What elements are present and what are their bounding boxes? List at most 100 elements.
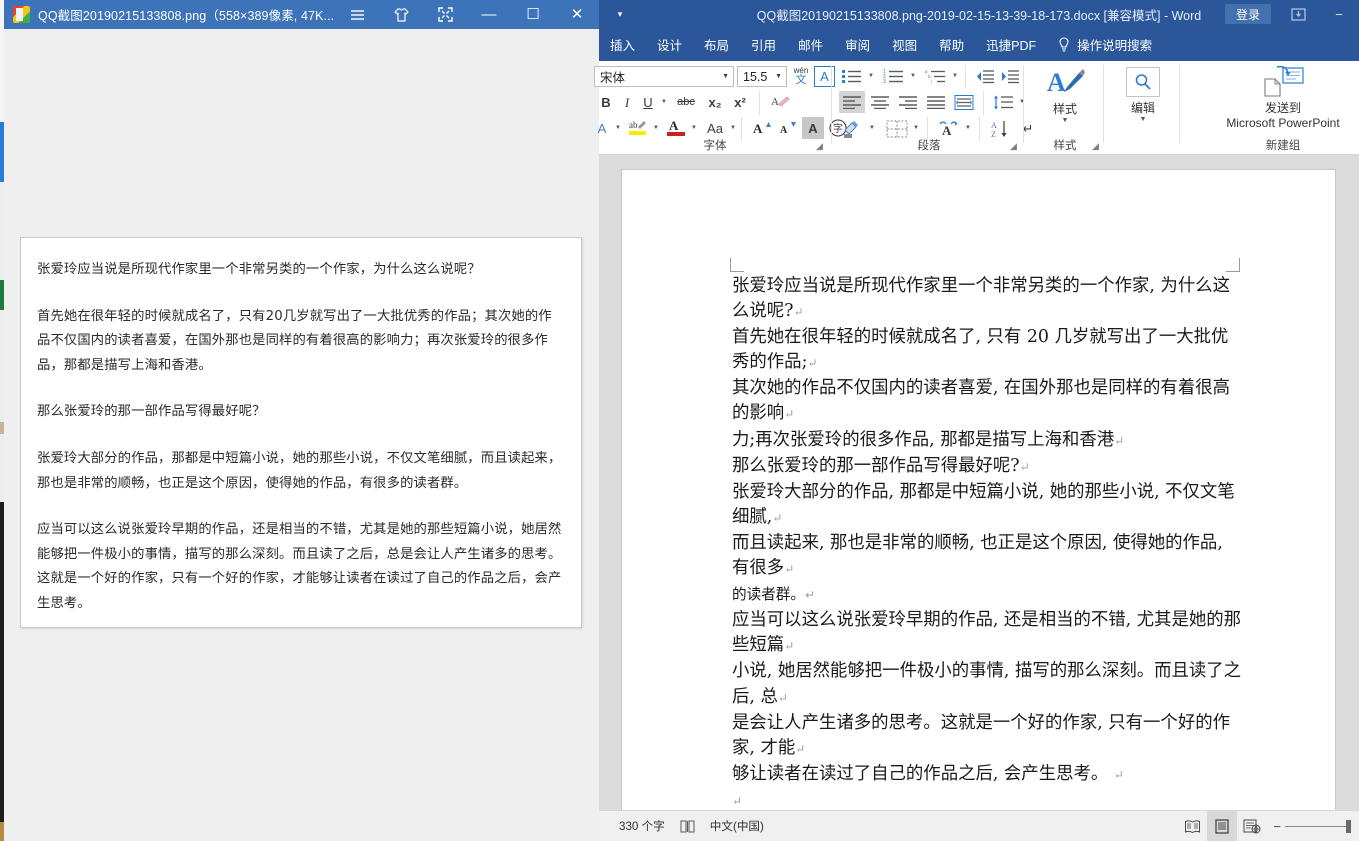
- tab-review[interactable]: 审阅: [834, 28, 881, 61]
- styles-chevron-down-icon[interactable]: ▼: [1027, 117, 1103, 124]
- doc-line: ↵: [732, 788, 1242, 810]
- zoom-thumb[interactable]: [1346, 819, 1351, 833]
- font-color-chevron-down-icon[interactable]: ▼: [691, 125, 697, 131]
- quick-access-toolbar-more-icon[interactable]: ▾: [609, 3, 631, 25]
- grow-font-button[interactable]: A: [749, 117, 773, 139]
- paragraph-mark-icon: ↵: [795, 741, 806, 756]
- document-page[interactable]: 张爱玲应当说是所现代作家里一个非常另类的一个作家, 为什么这么说呢?↵ 首先她在…: [621, 169, 1336, 810]
- tell-me-search[interactable]: 操作说明搜索: [1047, 28, 1163, 61]
- tab-xunjie-pdf[interactable]: 迅捷PDF: [975, 28, 1047, 61]
- underline-button[interactable]: U: [638, 91, 658, 113]
- font-dialog-launcher[interactable]: ◢: [814, 141, 825, 152]
- decrease-indent-icon[interactable]: [973, 65, 997, 87]
- zoom-slider[interactable]: −: [1267, 819, 1359, 833]
- editing-button[interactable]: 编辑 ▼: [1107, 67, 1179, 123]
- send-to-powerpoint-button[interactable]: 发送到 Microsoft PowerPoint: [1183, 65, 1359, 131]
- styles-dialog-launcher[interactable]: ◢: [1090, 141, 1101, 152]
- bullets-chevron-down-icon[interactable]: ▼: [868, 73, 874, 79]
- change-case-chevron-down-icon[interactable]: ▼: [730, 125, 736, 131]
- asian-layout-chevron-down-icon[interactable]: ▼: [965, 125, 971, 131]
- doc-line: 力;再次张爱玲的很多作品, 那都是描写上海和香港↵: [732, 429, 1125, 450]
- justify-icon[interactable]: [923, 91, 949, 113]
- menu-icon[interactable]: [335, 0, 379, 29]
- word-title-bar[interactable]: ▾ QQ截图20190215133808.png-2019-02-15-13-3…: [599, 0, 1359, 28]
- styles-button[interactable]: A 样式 ▼: [1027, 65, 1103, 124]
- borders-chevron-down-icon[interactable]: ▼: [913, 125, 919, 131]
- image-paragraph: 张爱玲大部分的作品，那都是中短篇小说，她的那些小说，不仅文笔细腻，而且读起来，那…: [37, 450, 562, 491]
- strikethrough-label: abc: [677, 95, 695, 108]
- phonetic-guide-button[interactable]: wén 文: [789, 65, 813, 88]
- image-paragraph: 首先她在很年轻的时候就成名了，只有20几岁就写出了一大批优秀的作品；其次她的作品…: [37, 308, 552, 373]
- bold-button[interactable]: B: [596, 91, 616, 113]
- multilevel-chevron-down-icon[interactable]: ▼: [952, 73, 958, 79]
- read-mode-icon[interactable]: [1177, 811, 1207, 841]
- tab-references[interactable]: 引用: [740, 28, 787, 61]
- underline-label: U: [643, 94, 653, 110]
- paragraph-dialog-launcher[interactable]: ◢: [1008, 141, 1019, 152]
- font-name-combobox[interactable]: 宋体 ▼: [594, 66, 734, 87]
- increase-indent-icon[interactable]: [998, 65, 1022, 87]
- align-center-icon[interactable]: [867, 91, 893, 113]
- proofing-icon[interactable]: [679, 819, 696, 834]
- tab-mailings[interactable]: 邮件: [787, 28, 834, 61]
- viewer-title-bar[interactable]: QQ截图20190215133808.png（558×389像素, 47K...: [4, 0, 599, 29]
- web-layout-icon[interactable]: [1237, 811, 1267, 841]
- ribbon-display-options-icon[interactable]: [1289, 5, 1307, 23]
- highlight-chevron-down-icon[interactable]: ▼: [653, 125, 659, 131]
- shrink-font-button[interactable]: A: [775, 117, 799, 139]
- language-indicator[interactable]: 中文(中国): [710, 818, 764, 834]
- strikethrough-button[interactable]: abc: [671, 91, 701, 113]
- line-spacing-icon[interactable]: [991, 91, 1017, 113]
- bullet-list-icon[interactable]: [839, 65, 865, 87]
- change-case-button[interactable]: Aa: [701, 117, 729, 139]
- image-paragraph: 那么张爱玲的那一部作品写得最好呢？: [37, 404, 266, 420]
- shading-chevron-down-icon[interactable]: ▼: [869, 125, 875, 131]
- paragraph-group-label: 段落: [917, 140, 941, 152]
- document-canvas[interactable]: 张爱玲应当说是所现代作家里一个非常另类的一个作家, 为什么这么说呢?↵ 首先她在…: [599, 155, 1359, 810]
- tab-help[interactable]: 帮助: [928, 28, 975, 61]
- minimize-button[interactable]: —: [467, 0, 511, 29]
- search-icon: [1135, 74, 1151, 90]
- paragraph-mark-icon: ↵: [807, 356, 818, 371]
- maximize-button[interactable]: ☐: [511, 0, 555, 29]
- ribbon-group-styles: A 样式 ▼ 样式 ◢: [1027, 61, 1103, 155]
- character-border-label: A: [820, 69, 829, 84]
- clear-formatting-icon[interactable]: A: [767, 91, 793, 113]
- superscript-button[interactable]: x²: [728, 91, 752, 113]
- distribute-icon[interactable]: [951, 91, 977, 113]
- font-size-combobox[interactable]: 15.5 ▼: [737, 66, 787, 87]
- tab-design[interactable]: 设计: [646, 28, 693, 61]
- close-button[interactable]: ✕: [555, 0, 599, 29]
- viewer-window-controls: — ☐ ✕: [335, 0, 599, 29]
- word-count[interactable]: 330 个字: [619, 818, 665, 834]
- line-spacing-chevron-down-icon[interactable]: ▼: [1019, 99, 1025, 105]
- fullscreen-icon[interactable]: [423, 0, 467, 29]
- editing-button-label: 编辑: [1130, 101, 1155, 115]
- align-right-icon[interactable]: [895, 91, 921, 113]
- document-text[interactable]: 张爱玲应当说是所现代作家里一个非常另类的一个作家, 为什么这么说呢?↵ 首先她在…: [732, 274, 1242, 810]
- text-effects-chevron-down-icon[interactable]: ▼: [615, 125, 621, 131]
- editing-chevron-down-icon[interactable]: ▼: [1107, 116, 1179, 123]
- viewer-app-icon: [13, 6, 30, 23]
- subscript-button[interactable]: x₂: [703, 91, 727, 113]
- doc-line: 其次她的作品不仅国内的读者喜爱, 在国外那也是同样的有着很高的影响↵: [732, 378, 1230, 424]
- word-minimize-button[interactable]: −: [1327, 5, 1351, 23]
- numbered-list-icon[interactable]: 123: [881, 65, 907, 87]
- align-left-icon[interactable]: [839, 91, 865, 113]
- multilevel-list-icon[interactable]: abi: [923, 65, 949, 87]
- character-shading-button[interactable]: A: [802, 117, 824, 139]
- svg-text:i: i: [931, 79, 932, 84]
- sign-in-button[interactable]: 登录: [1224, 4, 1271, 24]
- italic-button[interactable]: I: [617, 91, 637, 113]
- zoom-track[interactable]: [1285, 819, 1351, 833]
- zoom-out-button[interactable]: −: [1273, 820, 1281, 833]
- tab-layout[interactable]: 布局: [693, 28, 740, 61]
- tab-insert[interactable]: 插入: [599, 28, 646, 61]
- tab-view[interactable]: 视图: [881, 28, 928, 61]
- print-layout-icon[interactable]: [1207, 810, 1238, 841]
- skin-icon[interactable]: [379, 0, 423, 29]
- styles-button-label: 样式: [1052, 102, 1077, 116]
- underline-chevron-down-icon[interactable]: ▼: [661, 99, 667, 105]
- numbering-chevron-down-icon[interactable]: ▼: [910, 73, 916, 79]
- text-effects-button[interactable]: A: [591, 117, 613, 139]
